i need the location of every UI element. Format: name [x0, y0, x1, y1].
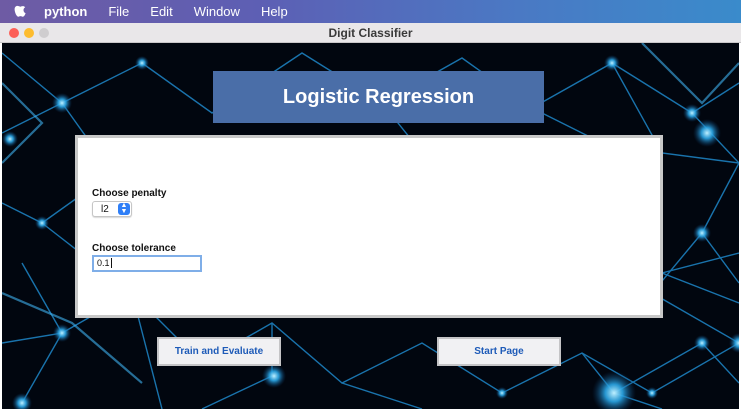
tolerance-label: Choose tolerance	[92, 243, 176, 254]
penalty-select[interactable]: l2 ▲ ▼	[92, 201, 132, 217]
start-page-button[interactable]: Start Page	[437, 337, 561, 366]
window-title: Digit Classifier	[328, 26, 413, 40]
page-heading: Logistic Regression	[213, 71, 544, 123]
train-and-evaluate-button[interactable]: Train and Evaluate	[157, 337, 281, 366]
tolerance-input[interactable]: 0.1	[92, 255, 202, 272]
updown-chevron-icon: ▲ ▼	[118, 202, 130, 215]
penalty-select-value: l2	[101, 204, 109, 215]
penalty-label: Choose penalty	[92, 188, 167, 199]
menu-window[interactable]: Window	[194, 4, 240, 19]
menu-file[interactable]: File	[108, 4, 129, 19]
text-cursor	[110, 258, 112, 268]
tolerance-input-value: 0.1	[97, 258, 110, 268]
window-title-bar[interactable]: Digit Classifier	[0, 23, 741, 43]
menu-app-python[interactable]: python	[44, 4, 87, 19]
app-content: Logistic Regression Choose penalty l2 ▲ ▼…	[2, 43, 739, 409]
menu-help[interactable]: Help	[261, 4, 288, 19]
menu-edit[interactable]: Edit	[150, 4, 172, 19]
options-panel: Choose penalty l2 ▲ ▼ Choose tolerance 0.…	[75, 135, 663, 318]
apple-icon[interactable]	[14, 3, 30, 20]
menu-bar: python File Edit Window Help	[0, 0, 741, 23]
